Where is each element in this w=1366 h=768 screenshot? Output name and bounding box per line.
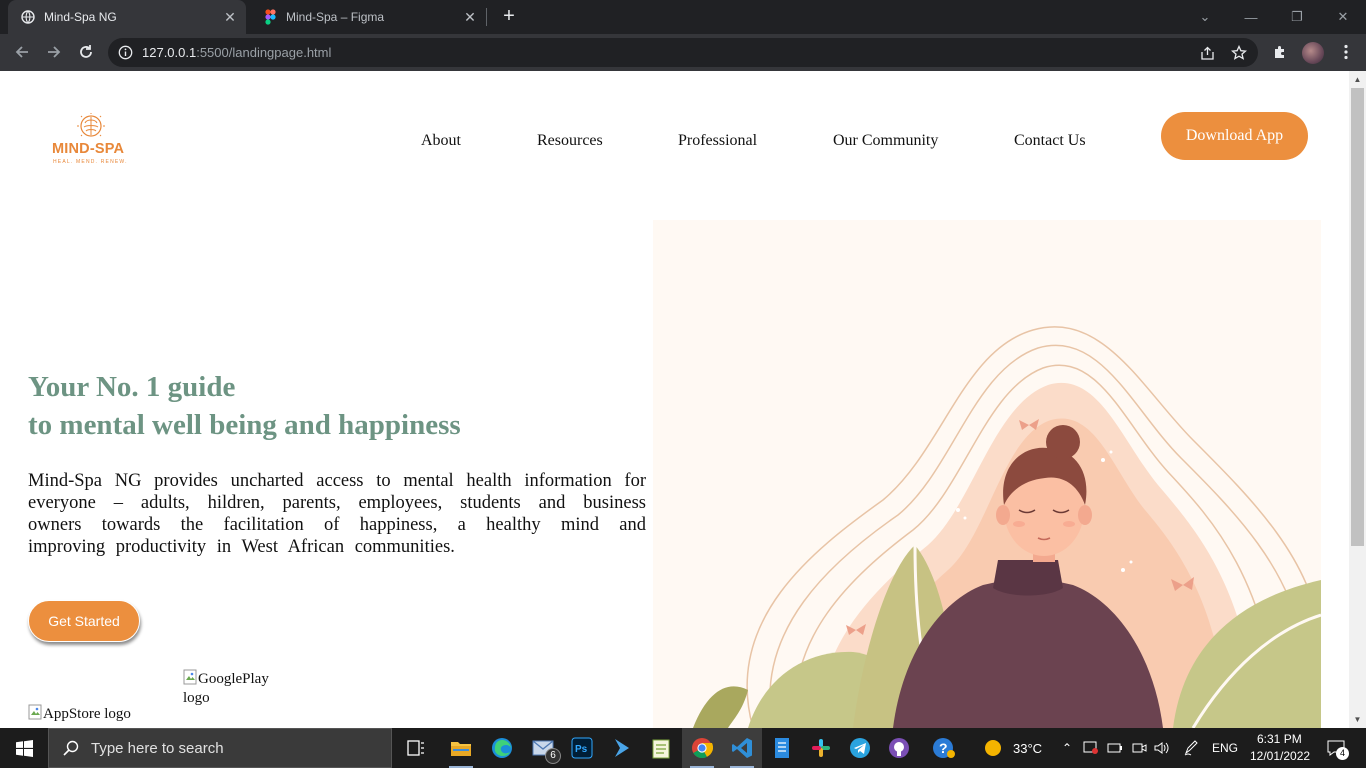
- scroll-thumb[interactable]: [1351, 88, 1364, 546]
- broken-image-icon: [183, 669, 197, 685]
- device-icon[interactable]: [1082, 739, 1100, 757]
- clock-date[interactable]: 12/01/2022: [1250, 749, 1310, 763]
- meet-now-icon[interactable]: [1130, 739, 1148, 757]
- site-info-icon[interactable]: [118, 45, 133, 60]
- url-host: 127.0.0.1: [142, 45, 197, 60]
- hero-description: Mind-Spa NG provides uncharted access to…: [28, 471, 646, 557]
- url-path: :5500/landingpage.html: [196, 45, 332, 60]
- windows-start-icon[interactable]: [0, 728, 48, 768]
- more-menu-icon[interactable]: [1336, 42, 1356, 62]
- word-document-icon[interactable]: [762, 728, 802, 768]
- new-tab-plus-icon[interactable]: +: [498, 5, 520, 27]
- taskbar-search-box[interactable]: Type here to search: [48, 728, 392, 768]
- lotus-brain-icon: [77, 113, 105, 137]
- tab-figma[interactable]: Mind-Spa – Figma ✕: [250, 0, 486, 34]
- clock-time[interactable]: 6:31 PM: [1257, 732, 1302, 746]
- edge-browser-icon[interactable]: [482, 728, 522, 768]
- logo-tagline: HEAL. MEND. RENEW.: [53, 159, 128, 165]
- svg-text:Ps: Ps: [575, 744, 588, 755]
- language-indicator[interactable]: ENG: [1212, 741, 1238, 755]
- windows-taskbar: Type here to search 6 Ps ? 33°C ⌃ ENG 6:…: [0, 728, 1366, 768]
- mail-icon[interactable]: 6: [523, 728, 563, 768]
- broken-image-icon: [28, 704, 42, 720]
- weather-sun-icon[interactable]: [984, 739, 1002, 757]
- minimize-icon[interactable]: —: [1228, 0, 1274, 34]
- hero-heading-line2: to mental well being and happiness: [28, 409, 461, 441]
- pen-icon[interactable]: [1182, 739, 1200, 757]
- tab-title: Mind-Spa NG: [44, 10, 117, 24]
- temperature[interactable]: 33°C: [1013, 741, 1042, 756]
- speaker-icon[interactable]: [1153, 739, 1171, 757]
- download-app-button[interactable]: Download App: [1161, 112, 1308, 160]
- url-text: 127.0.0.1:5500/landingpage.html: [142, 45, 331, 60]
- notification-center-icon[interactable]: 4: [1324, 739, 1349, 760]
- visual-studio-icon[interactable]: [602, 728, 642, 768]
- globe-icon: [20, 9, 36, 25]
- share-icon[interactable]: [1198, 44, 1216, 62]
- browser-toolbar: 127.0.0.1:5500/landingpage.html: [0, 34, 1366, 71]
- nav-contact-us[interactable]: Contact Us: [1014, 132, 1086, 150]
- github-icon[interactable]: [879, 728, 919, 768]
- search-placeholder: Type here to search: [91, 739, 224, 757]
- help-icon[interactable]: ?: [924, 728, 964, 768]
- scroll-down-arrow-icon[interactable]: ▼: [1349, 711, 1366, 728]
- tab-mind-spa-ng[interactable]: Mind-Spa NG ✕: [8, 0, 246, 34]
- profile-avatar[interactable]: [1302, 42, 1324, 64]
- telegram-icon[interactable]: [840, 728, 880, 768]
- figma-icon: [262, 9, 278, 25]
- svg-text:?: ?: [939, 740, 948, 756]
- search-icon: [63, 740, 79, 756]
- scroll-up-arrow-icon[interactable]: ▲: [1349, 71, 1366, 88]
- reload-icon[interactable]: [72, 38, 100, 66]
- get-started-button[interactable]: Get Started: [28, 600, 140, 642]
- notepad-plus-icon[interactable]: [641, 728, 681, 768]
- nav-about[interactable]: About: [421, 132, 461, 150]
- task-view-icon[interactable]: [396, 728, 436, 768]
- mind-spa-logo[interactable]: MIND-SPA HEAL. MEND. RENEW.: [50, 113, 134, 169]
- tab-divider: [486, 8, 487, 26]
- chrome-icon[interactable]: [682, 728, 722, 768]
- photoshop-icon[interactable]: Ps: [562, 728, 602, 768]
- file-explorer-icon[interactable]: [441, 728, 481, 768]
- address-bar[interactable]: 127.0.0.1:5500/landingpage.html: [108, 38, 1258, 67]
- nav-resources[interactable]: Resources: [537, 132, 603, 150]
- bookmark-star-icon[interactable]: [1230, 44, 1248, 62]
- appstore-alt-text: AppStore logo: [43, 706, 131, 722]
- slack-icon[interactable]: [801, 728, 841, 768]
- close-window-icon[interactable]: ✕: [1320, 0, 1366, 34]
- browser-tab-strip: Mind-Spa NG ✕ Mind-Spa – Figma ✕ + ⌄ — ❐…: [0, 0, 1366, 34]
- close-tab-icon[interactable]: ✕: [458, 5, 482, 29]
- mail-badge: 6: [545, 748, 561, 764]
- hero-heading: Your No. 1 guide to mental well being an…: [28, 368, 461, 444]
- close-tab-icon[interactable]: ✕: [218, 5, 242, 29]
- nav-our-community[interactable]: Our Community: [833, 132, 938, 150]
- hero-heading-line1: Your No. 1 guide: [28, 371, 236, 403]
- back-arrow-icon[interactable]: [8, 38, 36, 66]
- vscode-icon[interactable]: [722, 728, 762, 768]
- page-viewport: MIND-SPA HEAL. MEND. RENEW. About Resour…: [0, 71, 1349, 728]
- logo-wordmark: MIND-SPA: [52, 141, 125, 157]
- notification-count: 4: [1336, 747, 1349, 760]
- chevron-up-icon[interactable]: ⌃: [1058, 739, 1076, 757]
- appstore-logo-image[interactable]: AppStore logo: [28, 704, 168, 724]
- restore-icon[interactable]: ❐: [1274, 0, 1320, 34]
- battery-icon[interactable]: [1106, 739, 1124, 757]
- page-scrollbar[interactable]: ▲ ▼: [1349, 71, 1366, 728]
- forward-arrow-icon[interactable]: [40, 38, 68, 66]
- nav-professional[interactable]: Professional: [678, 132, 757, 150]
- extensions-puzzle-icon[interactable]: [1270, 42, 1290, 62]
- meditation-illustration: [653, 220, 1321, 728]
- googleplay-logo-image[interactable]: GooglePlay logo: [183, 669, 293, 708]
- tab-title: Mind-Spa – Figma: [286, 10, 385, 24]
- tab-search-chevron-icon[interactable]: ⌄: [1182, 0, 1228, 34]
